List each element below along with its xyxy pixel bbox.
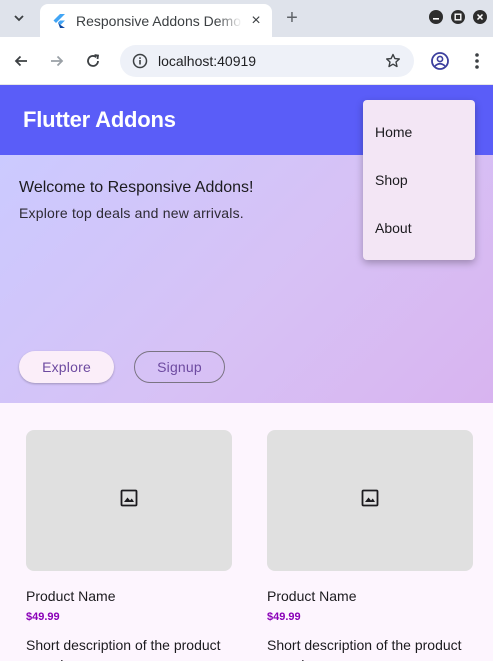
browser-tab-strip: Responsive Addons Demo × + xyxy=(0,0,493,37)
explore-button[interactable]: Explore xyxy=(19,351,114,383)
product-description: Short description of the product goes he… xyxy=(26,637,221,661)
tab-title: Responsive Addons Demo xyxy=(76,12,241,29)
image-placeholder-icon xyxy=(120,489,138,512)
browser-menu-more-vert-icon[interactable] xyxy=(465,49,489,73)
tab-search-chevron-down-icon[interactable] xyxy=(8,8,30,28)
url-text[interactable]: localhost:40919 xyxy=(158,53,382,69)
menu-item-shop[interactable]: Shop xyxy=(363,156,475,204)
product-description: Short description of the product goes he… xyxy=(267,637,462,661)
profile-account-icon[interactable] xyxy=(428,49,452,73)
tab-close-icon[interactable]: × xyxy=(248,12,264,29)
browser-toolbar: localhost:40919 xyxy=(0,37,493,85)
browser-tab[interactable]: Responsive Addons Demo × xyxy=(40,4,272,37)
menu-item-home[interactable]: Home xyxy=(363,108,475,156)
product-price: $49.99 xyxy=(267,611,301,623)
flutter-icon xyxy=(52,13,66,28)
hero-subheading: Explore top deals and new arrivals. xyxy=(19,205,244,221)
product-name: Product Name xyxy=(267,588,357,604)
product-grid: Product Name $49.99 Short description of… xyxy=(0,403,493,661)
window-controls xyxy=(429,10,487,24)
product-card[interactable]: Product Name $49.99 Short description of… xyxy=(267,430,473,661)
forward-arrow-right-icon[interactable] xyxy=(45,49,69,73)
new-tab-plus-icon[interactable]: + xyxy=(282,7,302,29)
minimize-icon[interactable] xyxy=(429,10,443,24)
back-arrow-left-icon[interactable] xyxy=(9,49,33,73)
signup-button[interactable]: Signup xyxy=(134,351,225,383)
product-card[interactable]: Product Name $49.99 Short description of… xyxy=(26,430,232,661)
hero-heading: Welcome to Responsive Addons! xyxy=(19,179,254,196)
menu-item-about[interactable]: About xyxy=(363,204,475,252)
product-image xyxy=(26,430,232,571)
reload-icon[interactable] xyxy=(81,49,105,73)
address-bar[interactable]: localhost:40919 xyxy=(120,45,414,77)
site-info-icon[interactable] xyxy=(130,51,150,71)
product-name: Product Name xyxy=(26,588,116,604)
product-price: $49.99 xyxy=(26,611,60,623)
app-title: Flutter Addons xyxy=(23,107,176,132)
image-placeholder-icon xyxy=(361,489,379,512)
nav-popup-menu: Home Shop About xyxy=(363,100,475,260)
maximize-icon[interactable] xyxy=(451,10,465,24)
close-window-icon[interactable] xyxy=(473,10,487,24)
product-image xyxy=(267,430,473,571)
bookmark-star-icon[interactable] xyxy=(382,50,404,72)
